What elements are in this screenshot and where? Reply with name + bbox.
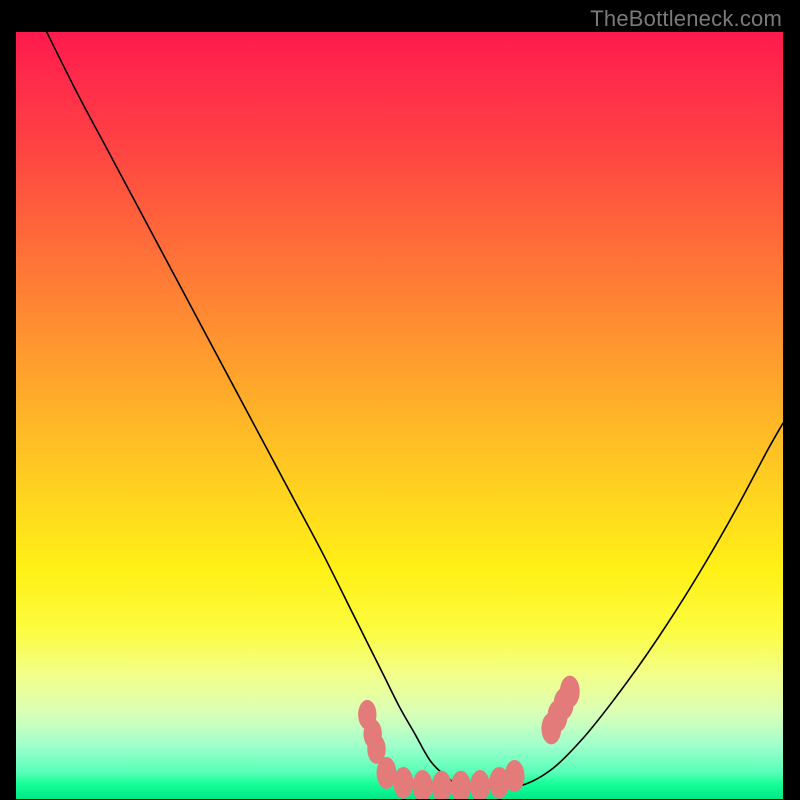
highlight-dot: [470, 770, 490, 799]
highlight-dot: [451, 771, 471, 799]
highlight-dot: [432, 771, 452, 799]
chart-svg: [16, 32, 783, 799]
highlight-dot: [413, 770, 433, 799]
attribution-text: TheBottleneck.com: [590, 6, 782, 32]
highlight-dot: [393, 767, 413, 799]
highlight-dot: [560, 676, 580, 708]
bottleneck-curve: [47, 32, 783, 788]
chart-frame: [16, 32, 783, 799]
highlight-dots: [358, 676, 580, 799]
plot-area: [16, 32, 783, 799]
highlight-dot: [505, 760, 525, 792]
